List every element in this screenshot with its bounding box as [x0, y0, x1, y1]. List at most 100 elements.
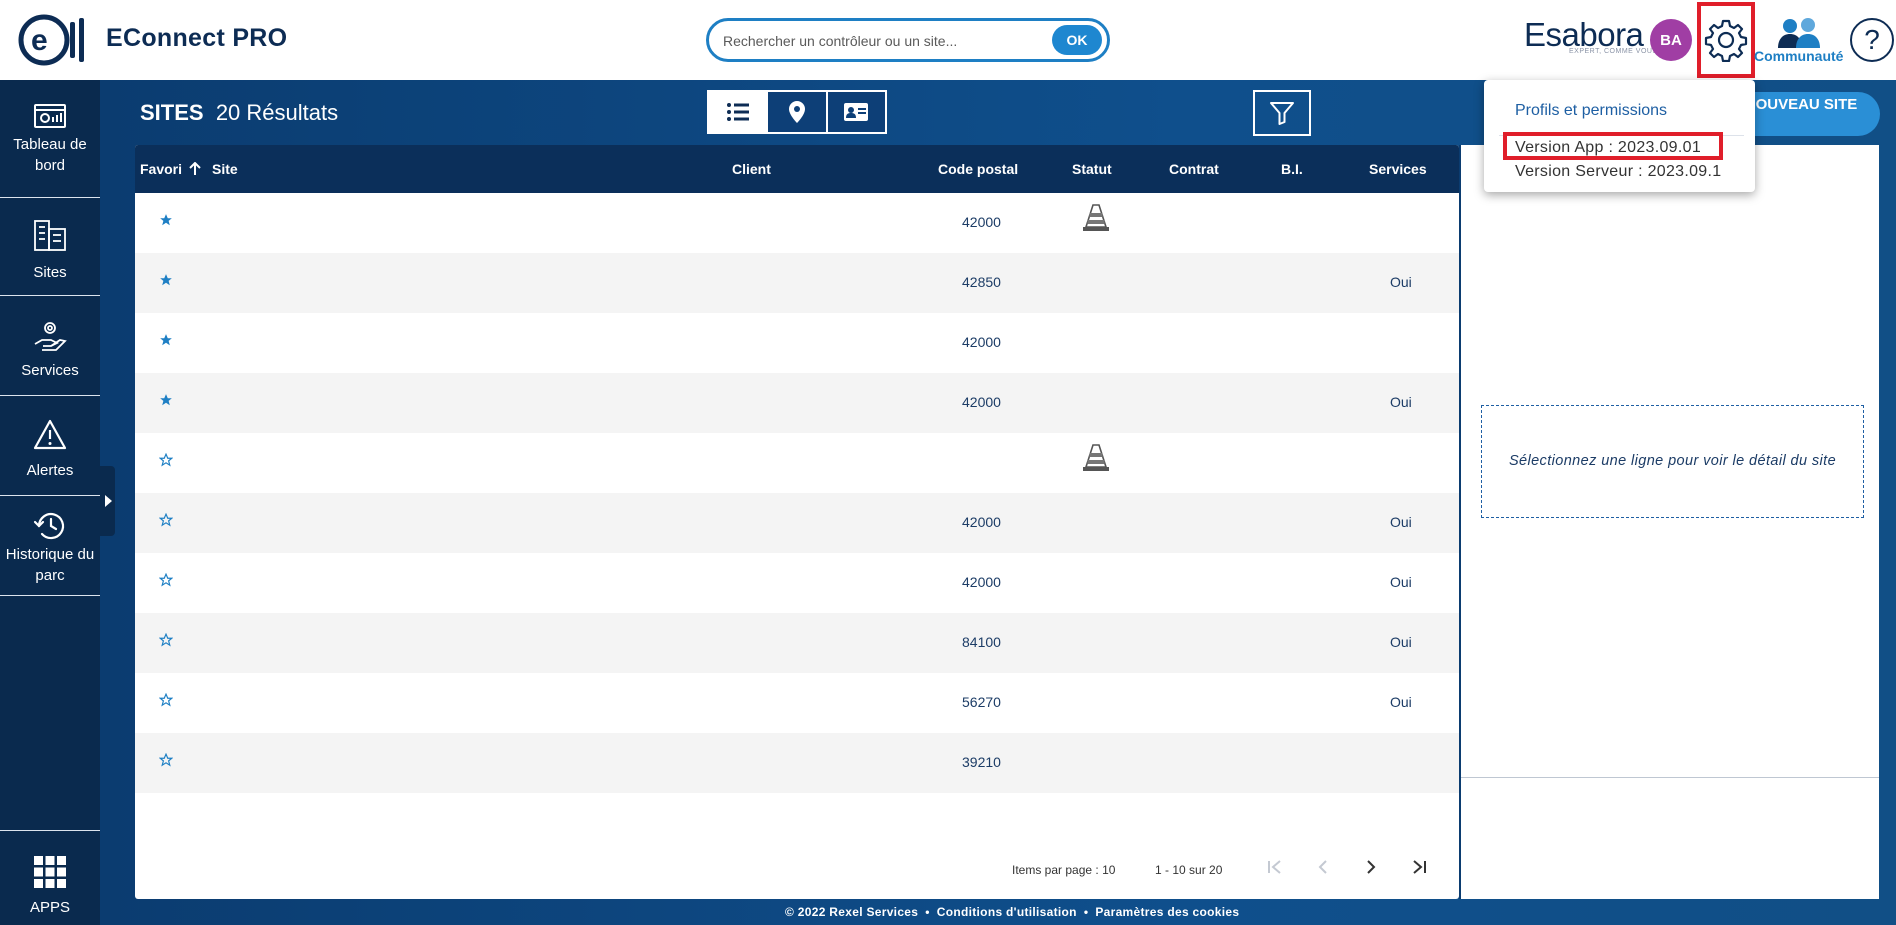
- footer-copyright: © 2022 Rexel Services: [785, 905, 919, 919]
- cell-postal-code: 84100: [962, 634, 1001, 650]
- detail-divider: [1461, 777, 1879, 778]
- star-outline-icon[interactable]: [158, 692, 174, 710]
- warning-icon: [33, 419, 67, 450]
- column-header-bi[interactable]: B.I.: [1281, 161, 1303, 177]
- cell-services: Oui: [1390, 394, 1412, 410]
- items-per-page[interactable]: Items par page : 10: [1012, 863, 1115, 877]
- sidebar-apps[interactable]: APPS: [0, 830, 100, 925]
- items-per-page-label: Items par page :: [1012, 863, 1099, 877]
- view-mode-toggle: [707, 90, 887, 134]
- next-page-icon[interactable]: [1361, 857, 1381, 877]
- previous-page-icon[interactable]: [1313, 857, 1333, 877]
- table-row[interactable]: 42000: [135, 193, 1459, 253]
- cell-postal-code: 39210: [962, 754, 1001, 770]
- app-title: EConnect PRO: [106, 24, 288, 52]
- cell-postal-code: 42000: [962, 394, 1001, 410]
- star-outline-icon[interactable]: [158, 572, 174, 590]
- sidebar-item-sites[interactable]: Sites: [0, 198, 100, 296]
- star-outline-icon[interactable]: [158, 512, 174, 530]
- community-label: Communauté: [1754, 48, 1844, 64]
- apps-label: APPS: [29, 899, 71, 916]
- table-row[interactable]: 42850 Oui: [135, 253, 1459, 313]
- help-button[interactable]: ?: [1850, 18, 1894, 62]
- column-header-label: Favori: [140, 161, 183, 177]
- page-title-label: SITES: [140, 100, 204, 125]
- cell-postal-code: 42000: [962, 574, 1001, 590]
- first-page-icon[interactable]: [1265, 857, 1285, 877]
- sidebar-item-label: Tableau de bord: [13, 136, 87, 174]
- search-input[interactable]: [723, 29, 1033, 53]
- cell-services: Oui: [1390, 514, 1412, 530]
- sidebar-item-label: Alertes: [26, 462, 74, 479]
- column-header-favorite[interactable]: Favori: [140, 161, 201, 177]
- last-page-icon[interactable]: [1409, 857, 1429, 877]
- footer: © 2022 Rexel Services • Conditions d'utili…: [785, 905, 1240, 919]
- help-icon: ?: [1864, 24, 1880, 55]
- footer-terms-link[interactable]: Conditions d'utilisation: [937, 905, 1077, 919]
- sidebar-item-dashboard[interactable]: Tableau de bord: [0, 102, 100, 198]
- sidebar-item-alerts[interactable]: Alertes: [0, 396, 100, 496]
- star-outline-icon[interactable]: [158, 632, 174, 650]
- card-view-button[interactable]: [827, 92, 885, 132]
- star-filled-icon[interactable]: [159, 213, 173, 230]
- cell-services: Oui: [1390, 694, 1412, 710]
- sidebar-item-label: Sites: [33, 264, 67, 281]
- table-row[interactable]: 56270 Oui: [135, 673, 1459, 733]
- sidebar-toggle[interactable]: [100, 466, 115, 536]
- column-header-site[interactable]: Site: [212, 161, 238, 177]
- column-header-client[interactable]: Client: [732, 161, 771, 177]
- cell-postal-code: 42000: [962, 514, 1001, 530]
- table-row[interactable]: 39210: [135, 733, 1459, 793]
- table-row[interactable]: [135, 433, 1459, 493]
- table-header: Favori Site Client Code postal Statut Co…: [135, 145, 1459, 193]
- top-bar: e EConnect PRO OK Esabora EXPERT, COMME …: [0, 0, 1896, 80]
- list-view-button[interactable]: [709, 92, 769, 132]
- list-icon: [726, 103, 749, 121]
- column-header-contract[interactable]: Contrat: [1169, 161, 1219, 177]
- cell-services: Oui: [1390, 274, 1412, 290]
- table-row[interactable]: 84100 Oui: [135, 613, 1459, 673]
- star-outline-icon[interactable]: [158, 452, 174, 470]
- traffic-cone-icon: [1082, 443, 1110, 476]
- result-count: 20 Résultats: [215, 100, 339, 125]
- star-outline-icon[interactable]: [158, 752, 174, 770]
- apps-grid-icon: [34, 856, 66, 888]
- map-pin-icon: [788, 101, 805, 123]
- menu-item-profiles[interactable]: Profils et permissions: [1515, 102, 1667, 120]
- settings-button[interactable]: [1697, 2, 1755, 78]
- dashboard-icon: [34, 104, 66, 128]
- star-filled-icon[interactable]: [159, 273, 173, 290]
- column-header-services[interactable]: Services: [1369, 161, 1427, 177]
- sidebar-item-label: Services: [21, 362, 79, 379]
- svg-text:e: e: [31, 24, 48, 57]
- search-ok-button[interactable]: OK: [1052, 25, 1102, 55]
- column-header-status[interactable]: Statut: [1072, 161, 1112, 177]
- table-row[interactable]: 42000 Oui: [135, 553, 1459, 613]
- items-per-page-value: 10: [1102, 863, 1116, 877]
- sidebar-item-history[interactable]: Historique du parc: [0, 496, 100, 596]
- community-link[interactable]: Communauté: [1752, 16, 1844, 66]
- star-filled-icon[interactable]: [159, 333, 173, 350]
- map-view-button[interactable]: [768, 92, 828, 132]
- esabora-logo[interactable]: Esabora EXPERT, COMME VOUS: [1524, 16, 1657, 60]
- version-highlight-box: [1503, 132, 1723, 160]
- sort-arrow-up-icon: [189, 161, 201, 175]
- filter-button[interactable]: [1253, 90, 1311, 136]
- footer-cookies-link[interactable]: Paramètres des cookies: [1095, 905, 1239, 919]
- esabora-tagline: EXPERT, COMME VOUS: [1569, 48, 1658, 55]
- table-row[interactable]: 42000: [135, 313, 1459, 373]
- table-row[interactable]: 42000 Oui: [135, 373, 1459, 433]
- history-icon: [33, 512, 65, 540]
- user-avatar[interactable]: BA: [1650, 19, 1692, 61]
- pagination-range: 1 - 10 sur 20: [1155, 863, 1223, 877]
- buildings-icon: [34, 220, 66, 251]
- card-icon: [844, 103, 869, 121]
- econnect-logo-icon[interactable]: e: [18, 14, 88, 66]
- table-row[interactable]: 42000 Oui: [135, 493, 1459, 553]
- column-header-postal-code[interactable]: Code postal: [938, 161, 1018, 177]
- sites-table: Favori Site Client Code postal Statut Co…: [135, 145, 1459, 899]
- page-title: SITES 20 Résultats: [140, 100, 338, 126]
- caret-right-icon: [104, 495, 112, 507]
- sidebar-item-services[interactable]: Services: [0, 296, 100, 396]
- star-filled-icon[interactable]: [159, 393, 173, 410]
